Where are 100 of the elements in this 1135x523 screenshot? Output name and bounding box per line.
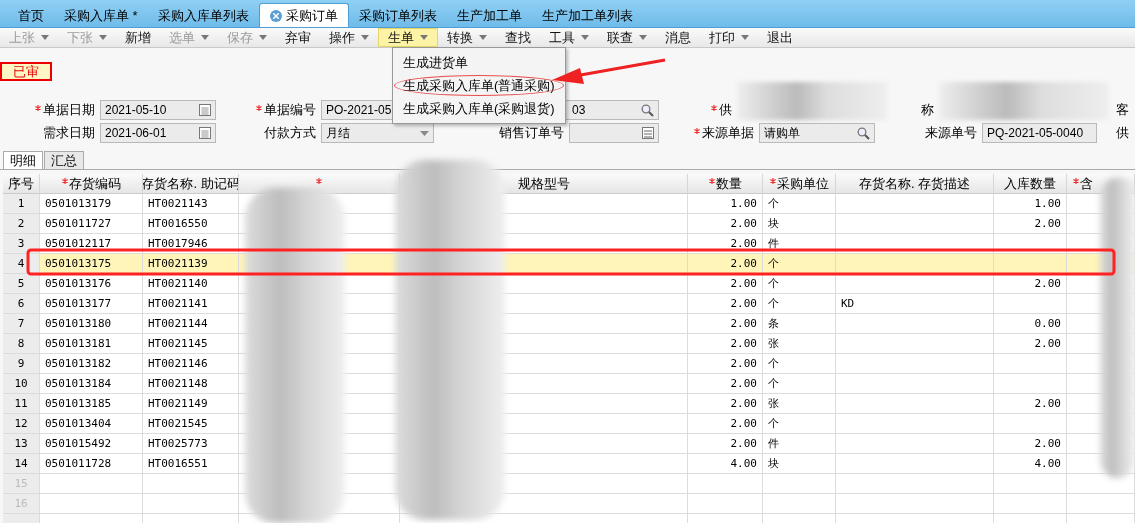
table-cell: 2.00 bbox=[994, 214, 1067, 234]
table-cell: 个 bbox=[763, 374, 836, 394]
toolbar-button[interactable]: 转换 bbox=[438, 28, 496, 47]
table-cell: HT0021140 bbox=[143, 274, 239, 294]
field-label: 付款方式 bbox=[264, 124, 316, 142]
row-number: 8 bbox=[3, 334, 40, 354]
table-cell: 张 bbox=[763, 334, 836, 354]
table-cell: 0501011727 bbox=[40, 214, 143, 234]
table-cell: 0501013180 bbox=[40, 314, 143, 334]
column-header: 采购单位 bbox=[763, 174, 836, 194]
status-badge: 已审 bbox=[0, 62, 52, 81]
table-cell: 张 bbox=[763, 394, 836, 414]
table-cell: HT0021149 bbox=[143, 394, 239, 414]
table-cell: 2.00 bbox=[688, 234, 763, 254]
table-cell: 2.00 bbox=[994, 334, 1067, 354]
input-field[interactable]: 2021-06-01 bbox=[100, 123, 216, 143]
input-field[interactable]: 请购单 bbox=[759, 123, 875, 143]
row-number: 14 bbox=[3, 454, 40, 474]
field-label: 供 bbox=[719, 101, 732, 119]
toolbar-button[interactable]: 生单 bbox=[378, 28, 438, 47]
table-cell: HT0021144 bbox=[143, 314, 239, 334]
table-cell: 0501012117 bbox=[40, 234, 143, 254]
field-label: 来源单据 bbox=[702, 124, 754, 142]
table-cell: HT0021148 bbox=[143, 374, 239, 394]
toolbar-button[interactable]: 退出 bbox=[758, 28, 802, 47]
document-tab[interactable]: 生产加工单列表 bbox=[531, 5, 643, 27]
table-cell: 0501013176 bbox=[40, 274, 143, 294]
table-cell: 个 bbox=[763, 294, 836, 314]
table-cell: HT0021545 bbox=[143, 414, 239, 434]
table-cell: 4.00 bbox=[688, 454, 763, 474]
table-cell: 0501013179 bbox=[40, 194, 143, 214]
table-cell: 0501013185 bbox=[40, 394, 143, 414]
table-cell: HT0025773 bbox=[143, 434, 239, 454]
table-cell: 2.00 bbox=[994, 394, 1067, 414]
table-cell: 个 bbox=[763, 274, 836, 294]
row-number: 12 bbox=[3, 414, 40, 434]
field-label: 称 bbox=[921, 101, 934, 119]
row-number: 13 bbox=[3, 434, 40, 454]
table-cell: 0501013177 bbox=[40, 294, 143, 314]
table-cell: 2.00 bbox=[688, 334, 763, 354]
table-cell: 件 bbox=[763, 434, 836, 454]
table-cell: 2.00 bbox=[688, 354, 763, 374]
menu-item[interactable]: 生成进货单 bbox=[393, 51, 565, 74]
table-cell: 2.00 bbox=[688, 414, 763, 434]
table-cell: 2.00 bbox=[688, 214, 763, 234]
table-cell: HT0016551 bbox=[143, 454, 239, 474]
toolbar-button[interactable]: 查找 bbox=[496, 28, 540, 47]
document-tab[interactable]: 采购订单 bbox=[258, 3, 349, 27]
field-label: 需求日期 bbox=[43, 124, 95, 142]
table-cell: 0501013404 bbox=[40, 414, 143, 434]
toolbar-button[interactable]: 弃审 bbox=[276, 28, 320, 47]
table-cell: 2.00 bbox=[688, 274, 763, 294]
table-cell: 2.00 bbox=[688, 394, 763, 414]
table-cell: 1.00 bbox=[994, 194, 1067, 214]
table-cell: 件 bbox=[763, 234, 836, 254]
table-cell: 2.00 bbox=[688, 254, 763, 274]
row-number: 6 bbox=[3, 294, 40, 314]
table-cell: KD bbox=[836, 294, 994, 314]
input-field[interactable]: 月结 bbox=[321, 123, 434, 143]
table-cell: 2.00 bbox=[994, 434, 1067, 454]
column-header: 序号 bbox=[3, 174, 40, 194]
detail-tab[interactable]: 汇总 bbox=[44, 151, 84, 169]
toolbar-button[interactable]: 新增 bbox=[116, 28, 160, 47]
field-label: 单据日期 bbox=[43, 101, 95, 119]
menu-item[interactable]: 生成采购入库单(普通采购) bbox=[393, 74, 565, 97]
toolbar-button[interactable]: 打印 bbox=[700, 28, 758, 47]
table-cell: HT0021143 bbox=[143, 194, 239, 214]
document-tab[interactable]: 生产加工单 bbox=[446, 5, 532, 27]
toolbar-button[interactable]: 消息 bbox=[656, 28, 700, 47]
table-cell: 个 bbox=[763, 414, 836, 434]
table-cell: 块 bbox=[763, 454, 836, 474]
row-number: 9 bbox=[3, 354, 40, 374]
detail-tab[interactable]: 明细 bbox=[3, 151, 43, 169]
document-tab[interactable]: 首页 bbox=[8, 5, 54, 27]
row-number: 2 bbox=[3, 214, 40, 234]
document-tab[interactable]: 采购订单列表 bbox=[348, 5, 447, 27]
table-cell: 0.00 bbox=[994, 314, 1067, 334]
menu-item[interactable]: 生成采购入库单(采购退货) bbox=[393, 97, 565, 120]
table-cell: 条 bbox=[763, 314, 836, 334]
row-number: 11 bbox=[3, 394, 40, 414]
table-cell: 个 bbox=[763, 254, 836, 274]
document-tab[interactable]: 采购入库单 * bbox=[54, 5, 148, 27]
table-cell: 0501013182 bbox=[40, 354, 143, 374]
field-label: 单据编号 bbox=[264, 101, 316, 119]
table-cell: 2.00 bbox=[688, 374, 763, 394]
table-cell: 0501015492 bbox=[40, 434, 143, 454]
table-cell: 0501013175 bbox=[40, 254, 143, 274]
row-number: 10 bbox=[3, 374, 40, 394]
table-cell: HT0021141 bbox=[143, 294, 239, 314]
toolbar-button[interactable]: 联查 bbox=[598, 28, 656, 47]
toolbar-button[interactable]: 工具 bbox=[540, 28, 598, 47]
table-cell: HT0016550 bbox=[143, 214, 239, 234]
table-cell: 个 bbox=[763, 354, 836, 374]
column-header: 入库数量 bbox=[994, 174, 1067, 194]
toolbar-button[interactable]: 操作 bbox=[320, 28, 378, 47]
table-cell: 2.00 bbox=[688, 434, 763, 454]
input-field[interactable]: 2021-05-10 bbox=[100, 100, 216, 120]
input-field[interactable]: PQ-2021-05-0040 bbox=[982, 123, 1097, 143]
table-cell: 2.00 bbox=[688, 314, 763, 334]
document-tab[interactable]: 采购入库单列表 bbox=[147, 5, 259, 27]
